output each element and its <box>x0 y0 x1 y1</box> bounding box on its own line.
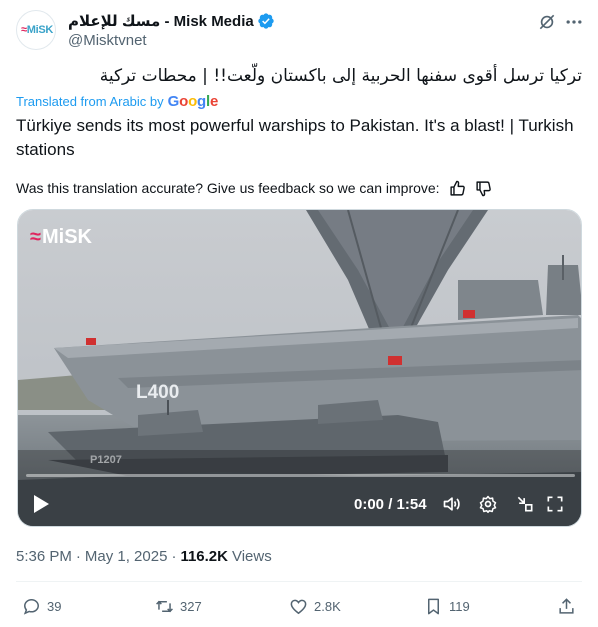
translation-attribution[interactable]: Translated from Arabic by Google <box>16 92 218 110</box>
fullscreen-icon[interactable] <box>545 494 565 514</box>
meta-separator-1: · <box>75 547 81 565</box>
repost-button[interactable]: 327 <box>155 594 202 618</box>
bookmark-button[interactable]: 119 <box>424 594 470 618</box>
share-icon <box>559 597 574 614</box>
share-button[interactable] <box>557 594 582 618</box>
tweet-original-text: تركيا ترسل أقوى سفنها الحربية إلى باكستا… <box>99 66 582 86</box>
author-name-row: مسك للإعلام - Misk Media <box>68 11 275 31</box>
author-display-name[interactable]: مسك للإعلام - Misk Media <box>68 12 254 30</box>
tweet-meta: 5:36 PM · May 1, 2025 · 116.2K Views <box>16 546 272 566</box>
thumbs-up-icon[interactable] <box>449 180 466 197</box>
tweet-translation-text: Türkiye sends its most powerful warships… <box>16 116 574 159</box>
ship-hull-label-large: L400 <box>136 382 179 403</box>
reply-count: 39 <box>47 598 62 614</box>
tweet-actions: 39 327 2.8K 119 <box>0 594 598 618</box>
translation-feedback: Was this translation accurate? Give us f… <box>16 178 492 198</box>
views-count: 116.2K <box>180 547 228 565</box>
like-count: 2.8K <box>314 598 341 614</box>
video-progress-bar[interactable] <box>26 474 575 477</box>
translated-from-label: Translated from Arabic by <box>16 93 164 109</box>
tweet-date[interactable]: May 1, 2025 <box>85 548 168 565</box>
divider <box>16 581 582 582</box>
video-player[interactable]: L400 P1207 ≈ MiSK 0:00 / 1:54 <box>17 209 582 527</box>
google-logo: Google <box>167 92 219 110</box>
video-controls: 0:00 / 1:54 <box>18 488 581 520</box>
grok-icon[interactable] <box>537 12 557 32</box>
thumbs-down-icon[interactable] <box>475 180 492 197</box>
author-handle[interactable]: @Misktvnet <box>68 32 147 49</box>
avatar-logo: ≈MiSK <box>21 24 54 36</box>
video-frame: L400 P1207 <box>18 210 581 526</box>
repost-icon <box>156 600 173 612</box>
meta-separator-2: · <box>171 547 177 565</box>
verified-badge-icon <box>258 13 274 29</box>
reply-icon <box>23 598 39 615</box>
avatar[interactable]: ≈MiSK <box>16 10 56 50</box>
tweet-time[interactable]: 5:36 PM <box>16 548 72 565</box>
more-icon[interactable] <box>564 12 584 32</box>
video-watermark: ≈ MiSK <box>30 226 92 248</box>
views-label: Views <box>231 547 272 565</box>
feedback-prompt: Was this translation accurate? Give us f… <box>16 180 440 196</box>
reply-button[interactable]: 39 <box>22 594 61 618</box>
play-icon[interactable] <box>32 494 50 514</box>
video-time: 0:00 / 1:54 <box>354 496 427 513</box>
volume-icon[interactable] <box>442 494 462 514</box>
like-button[interactable]: 2.8K <box>289 594 341 618</box>
minimize-icon[interactable] <box>515 494 535 514</box>
bookmark-count: 119 <box>449 598 470 614</box>
repost-count: 327 <box>180 598 202 614</box>
bookmark-icon <box>427 598 440 614</box>
settings-icon[interactable] <box>478 494 498 514</box>
tweet-header: ≈MiSK مسك للإعلام - Misk Media @Misktvne… <box>16 10 582 54</box>
like-icon <box>290 599 307 614</box>
